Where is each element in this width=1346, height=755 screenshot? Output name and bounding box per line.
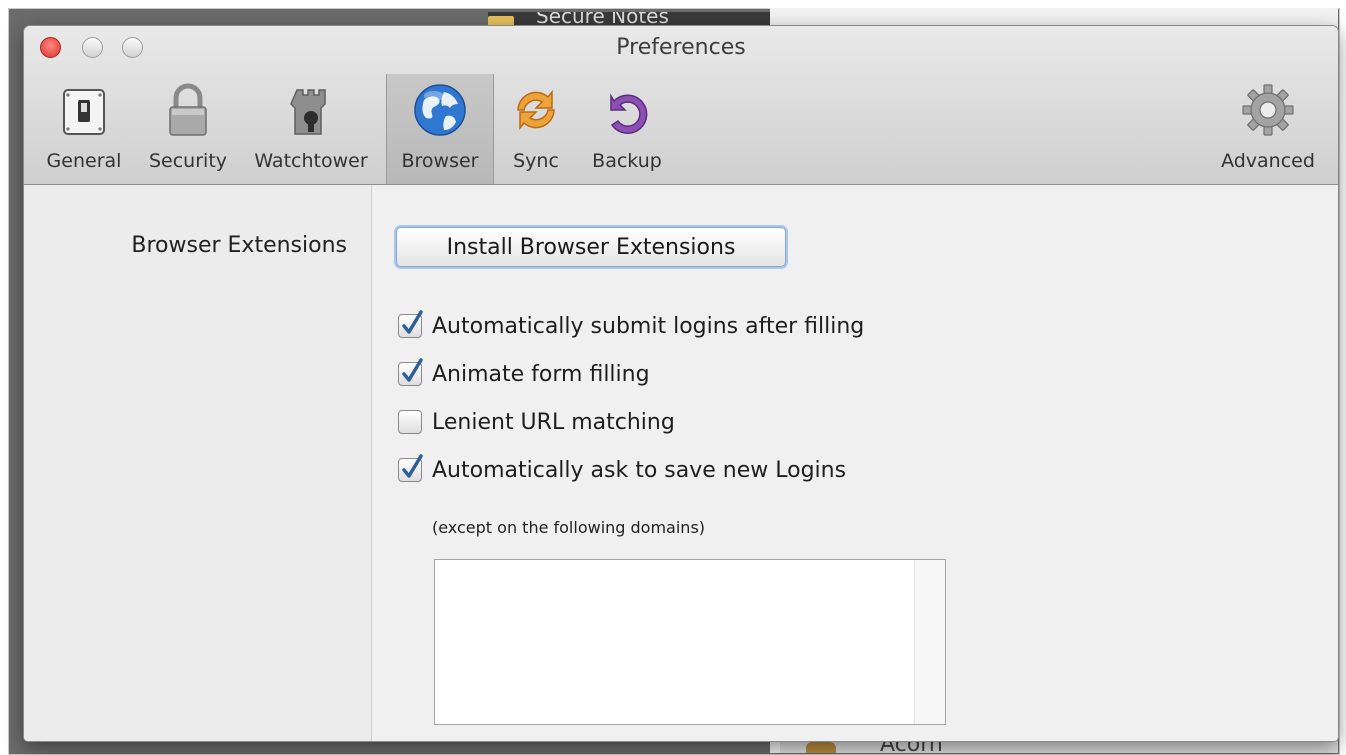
tab-backup[interactable]: Backup <box>580 74 674 184</box>
option-ask-to-save-logins[interactable]: Automatically ask to save new Logins <box>398 454 847 485</box>
tab-watchtower[interactable]: Watchtower <box>246 74 376 184</box>
tab-security[interactable]: Security <box>140 74 236 184</box>
browser-extensions-label: Browser Extensions <box>131 233 347 258</box>
animate-form-filling-label: Animate form filling <box>432 361 650 387</box>
excluded-domains-note: (except on the following domains) <box>432 518 706 537</box>
excluded-domains-scrollbar[interactable] <box>914 560 945 724</box>
animate-form-filling-checkbox[interactable] <box>398 358 423 386</box>
checkmark-icon <box>402 358 423 382</box>
tab-watchtower-label: Watchtower <box>254 150 368 172</box>
tab-browser[interactable]: Browser <box>386 74 494 184</box>
tab-security-label: Security <box>148 150 228 172</box>
ask-to-save-logins-label: Automatically ask to save new Logins <box>432 457 847 483</box>
browser-settings-pane: Install Browser Extensions Automatically… <box>372 185 1338 741</box>
lenient-url-matching-label: Lenient URL matching <box>432 409 675 435</box>
ask-to-save-logins-checkbox[interactable] <box>398 454 423 482</box>
tower-icon <box>281 80 341 140</box>
option-animate-form-filling[interactable]: Animate form filling <box>398 358 650 389</box>
tab-sync[interactable]: Sync <box>502 74 570 184</box>
option-auto-submit[interactable]: Automatically submit logins after fillin… <box>398 310 865 341</box>
section-label-column: Browser Extensions <box>24 185 372 741</box>
tab-advanced[interactable]: Advanced <box>1210 74 1326 184</box>
excluded-domains-list[interactable] <box>434 559 946 725</box>
item-icon <box>806 742 836 753</box>
backup-icon <box>597 80 657 140</box>
tab-backup-label: Backup <box>592 150 662 172</box>
padlock-icon <box>158 80 218 140</box>
install-browser-extensions-button[interactable]: Install Browser Extensions <box>396 227 786 267</box>
window-title: Preferences <box>616 35 746 60</box>
toolbar: Preferences General Security Watchtower … <box>24 26 1338 185</box>
checkmark-icon <box>402 454 423 478</box>
auto-submit-label: Automatically submit logins after fillin… <box>432 313 865 339</box>
tab-browser-label: Browser <box>401 150 479 172</box>
tab-advanced-label: Advanced <box>1221 150 1315 172</box>
tab-general-label: General <box>46 150 122 172</box>
tab-general[interactable]: General <box>38 74 130 184</box>
globe-icon <box>410 80 470 140</box>
option-lenient-url-matching[interactable]: Lenient URL matching <box>398 407 675 437</box>
sync-icon <box>506 80 566 140</box>
tab-sync-label: Sync <box>513 150 559 172</box>
preferences-window: Preferences General Security Watchtower … <box>24 26 1338 741</box>
switch-icon <box>54 80 114 140</box>
auto-submit-checkbox[interactable] <box>398 310 423 338</box>
checkmark-icon <box>402 310 423 334</box>
gear-icon <box>1238 80 1298 140</box>
lenient-url-matching-checkbox[interactable] <box>398 410 422 434</box>
